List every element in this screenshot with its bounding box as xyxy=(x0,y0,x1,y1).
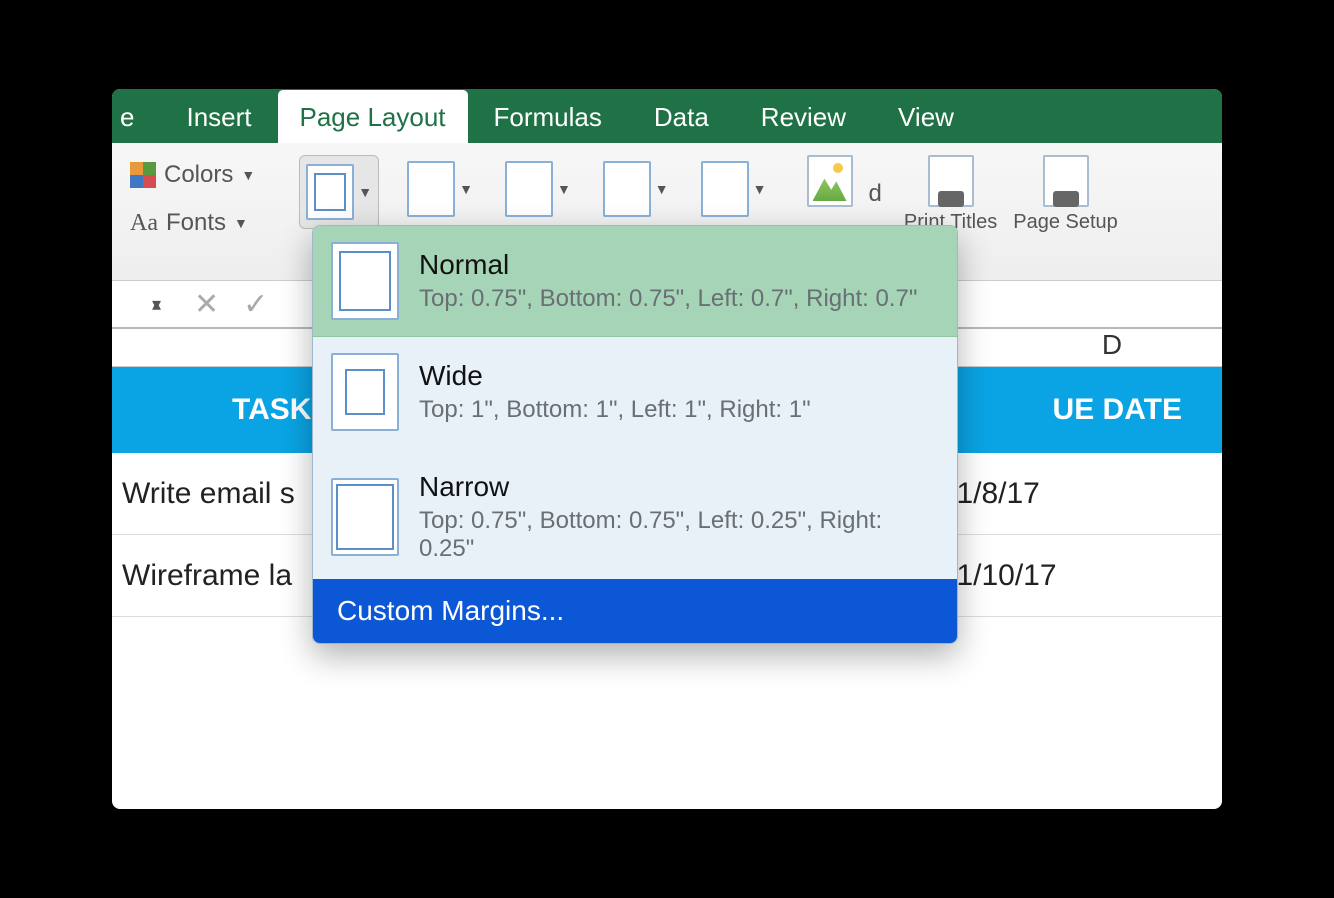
background-button[interactable] xyxy=(807,155,853,233)
tab-review[interactable]: Review xyxy=(735,92,872,143)
themes-group: Colors ▼ Aa Fonts ▼ xyxy=(130,161,255,237)
partial-label: d xyxy=(869,180,882,208)
margin-wide-icon xyxy=(331,353,399,431)
breaks-button[interactable]: ▼ xyxy=(697,155,771,223)
tab-view[interactable]: View xyxy=(872,92,980,143)
print-titles-button[interactable]: Print Titles xyxy=(904,155,997,233)
margin-option-normal[interactable]: Normal Top: 0.75", Bottom: 0.75", Left: … xyxy=(313,226,957,337)
dropdown-caret-icon: ▼ xyxy=(557,181,571,197)
page-setup-buttons: ▼ ▼ ▼ ▼ ▼ xyxy=(299,155,770,229)
dropdown-caret-icon: ▼ xyxy=(459,181,473,197)
size-button[interactable]: ▼ xyxy=(501,155,575,223)
print-area-button[interactable]: ▼ xyxy=(599,155,673,223)
margins-icon xyxy=(306,164,354,220)
print-area-icon xyxy=(603,161,651,217)
ribbon-body: Colors ▼ Aa Fonts ▼ ▼ ▼ ▼ xyxy=(112,143,1222,281)
dropdown-caret-icon: ▼ xyxy=(234,215,248,231)
tab-data[interactable]: Data xyxy=(628,92,735,143)
margin-normal-detail: Top: 0.75", Bottom: 0.75", Left: 0.7", R… xyxy=(419,285,917,313)
app-window: e Insert Page Layout Formulas Data Revie… xyxy=(112,89,1222,809)
margin-wide-title: Wide xyxy=(419,360,811,392)
tab-page-layout[interactable]: Page Layout xyxy=(278,90,468,143)
col-d[interactable]: D xyxy=(1002,329,1222,366)
margin-narrow-detail: Top: 0.75", Bottom: 0.75", Left: 0.25", … xyxy=(419,507,939,563)
dropdown-caret-icon: ▼ xyxy=(358,184,372,200)
tab-insert[interactable]: Insert xyxy=(160,92,277,143)
page-setup-button[interactable]: Page Setup xyxy=(1013,155,1118,233)
colors-icon xyxy=(130,162,156,188)
ribbon-labeled-group: d Print Titles Page Setup xyxy=(807,155,1118,233)
ribbon-tabs: e Insert Page Layout Formulas Data Revie… xyxy=(112,89,1222,143)
dropdown-caret-icon: ▼ xyxy=(241,167,255,183)
margin-normal-title: Normal xyxy=(419,249,917,281)
margins-dropdown: Normal Top: 0.75", Bottom: 0.75", Left: … xyxy=(312,225,958,644)
dropdown-caret-icon: ▼ xyxy=(655,181,669,197)
margin-narrow-icon xyxy=(331,478,399,556)
margin-normal-icon xyxy=(331,242,399,320)
picture-icon xyxy=(807,155,853,207)
orientation-icon xyxy=(407,161,455,217)
dropdown-caret-icon: ▼ xyxy=(753,181,767,197)
fonts-label: Fonts xyxy=(166,209,226,237)
cell-date[interactable]: 11/10/17 xyxy=(942,559,1222,593)
margin-option-narrow[interactable]: Narrow Top: 0.75", Bottom: 0.75", Left: … xyxy=(313,455,957,579)
page-setup-label: Page Setup xyxy=(1013,211,1118,233)
page-setup-icon xyxy=(1043,155,1089,207)
orientation-button[interactable]: ▼ xyxy=(403,155,477,223)
fonts-icon: Aa xyxy=(130,210,158,237)
colors-button[interactable]: Colors ▼ xyxy=(130,161,255,189)
margin-option-wide[interactable]: Wide Top: 1", Bottom: 1", Left: 1", Righ… xyxy=(313,337,957,455)
confirm-icon[interactable]: ✓ xyxy=(243,287,268,322)
cell-date[interactable]: 11/8/17 xyxy=(942,477,1222,511)
margin-wide-detail: Top: 1", Bottom: 1", Left: 1", Right: 1" xyxy=(419,396,811,424)
custom-margins-button[interactable]: Custom Margins... xyxy=(313,579,957,643)
cancel-icon[interactable]: ✕ xyxy=(194,287,219,322)
size-icon xyxy=(505,161,553,217)
tab-formulas[interactable]: Formulas xyxy=(468,92,628,143)
tab-home-partial[interactable]: e xyxy=(112,92,160,143)
fonts-button[interactable]: Aa Fonts ▼ xyxy=(130,209,255,237)
header-due: UE DATE xyxy=(1053,393,1222,427)
margin-narrow-title: Narrow xyxy=(419,471,939,503)
colors-label: Colors xyxy=(164,161,233,189)
margins-button[interactable]: ▼ xyxy=(299,155,379,229)
print-titles-icon xyxy=(928,155,974,207)
breaks-icon xyxy=(701,161,749,217)
